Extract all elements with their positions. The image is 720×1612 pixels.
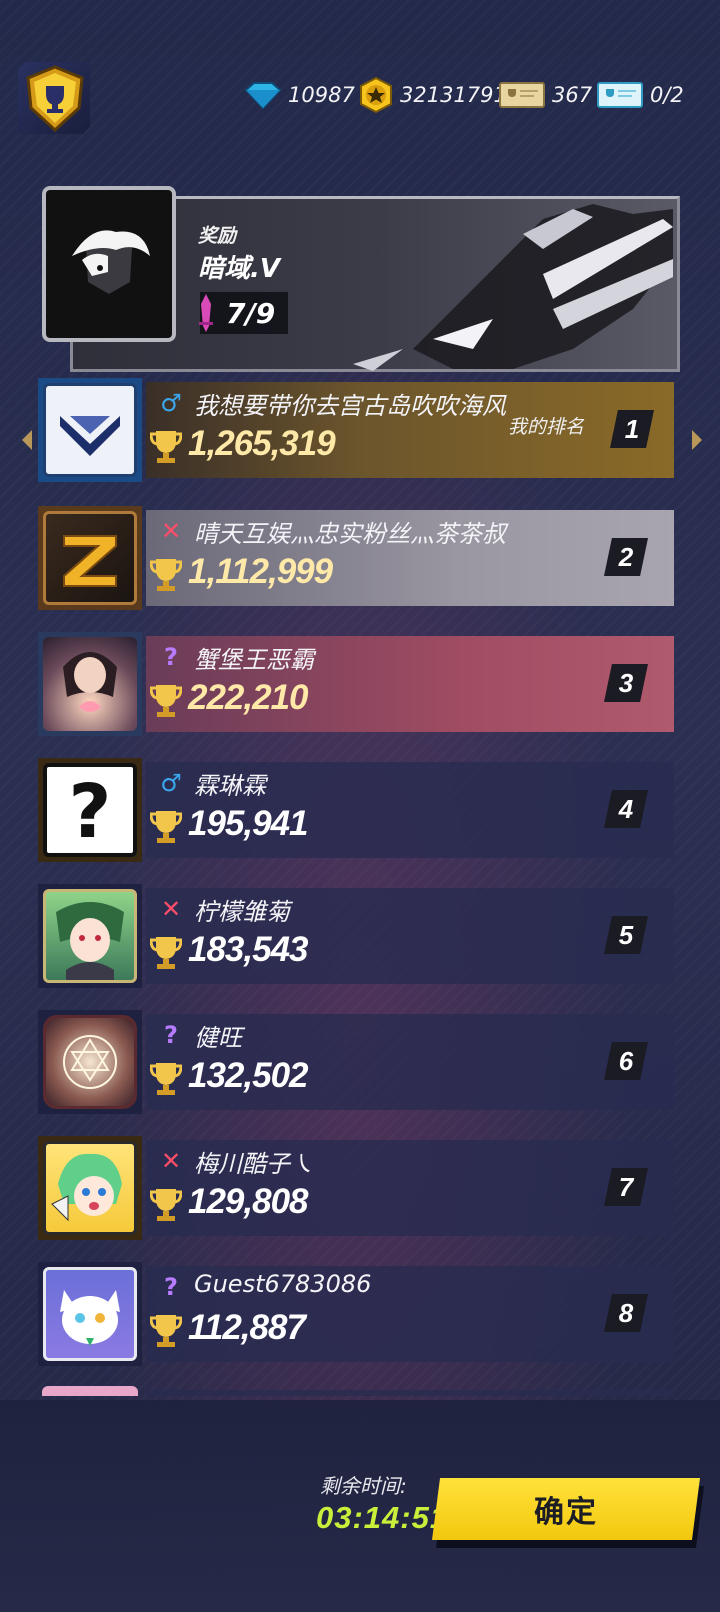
ranking-row[interactable]: ♂ 我想要带你去宫古岛吹吹海风 1,265,319 我的排名 1: [38, 378, 682, 482]
close-icon: ✕: [160, 517, 182, 545]
next-row-avatar-peek: [42, 1386, 138, 1396]
glowing-sigil-icon: [63, 1035, 117, 1089]
player-name: Guest6783086: [194, 1270, 372, 1298]
avatar[interactable]: [38, 632, 142, 736]
score: 129,808: [188, 1182, 309, 1221]
question-icon: ?: [164, 1273, 178, 1301]
trophy-icon: [150, 811, 182, 843]
reward-name: 暗域.V: [198, 254, 280, 284]
ranking-row[interactable]: ? Guest6783086 112,887 8: [38, 1262, 682, 1366]
chevron-emblem-icon: [60, 416, 120, 456]
close-icon: ✕: [160, 895, 182, 923]
currency-gold-ticket[interactable]: 367: [498, 78, 592, 112]
confirm-button[interactable]: 确定: [432, 1478, 700, 1540]
countdown-timer: 03:14:51: [316, 1500, 449, 1535]
male-icon: ♂: [160, 769, 182, 797]
score: 195,941: [188, 804, 309, 843]
male-icon: ♂: [160, 389, 182, 417]
avatar[interactable]: [38, 884, 142, 988]
reward-item-icon-frame: [42, 186, 176, 342]
currency-blue-ticket[interactable]: 0/2: [596, 78, 684, 112]
player-name: 梅川酷子㇏: [194, 1150, 314, 1178]
score: 183,543: [188, 930, 309, 969]
scroll-left-arrow-icon: [22, 430, 32, 450]
blue-ticket-count: 0/2: [650, 83, 684, 107]
ranking-row[interactable]: ? 健旺 132,502 6: [38, 1010, 682, 1114]
white-cat-icon: [60, 1290, 120, 1346]
unknown-avatar-icon: ?: [69, 769, 112, 853]
ranking-row[interactable]: ? 蟹堡王恶霸 222,210 3: [38, 632, 682, 736]
question-icon: ?: [164, 643, 178, 671]
hooded-mask-icon: [72, 230, 150, 294]
ranking-row[interactable]: ✕ 晴天互娱灬忠实粉丝灬茶茶叔 1,112,999 2: [38, 506, 682, 610]
trophy-icon: [150, 1315, 182, 1347]
currency-diamond[interactable]: 10987: [242, 78, 355, 112]
question-icon: ?: [164, 1021, 178, 1049]
reward-title: 奖励: [198, 225, 237, 247]
player-name: 健旺: [194, 1024, 242, 1052]
trophy-icon: [150, 685, 182, 717]
gold-ticket-icon: [499, 82, 545, 108]
character-portrait-icon: [56, 902, 124, 980]
sword-shard-icon: [199, 294, 213, 332]
score: 132,502: [188, 1056, 309, 1095]
score: 1,112,999: [188, 552, 333, 591]
trophy-menu-button[interactable]: [18, 62, 90, 134]
avatar[interactable]: [38, 1262, 142, 1366]
player-name: 我想要带你去宫古岛吹吹海风: [194, 392, 506, 420]
character-portrait-icon: [63, 652, 117, 712]
ranking-row[interactable]: ? ♂ 霖琳霖 195,941 4: [38, 758, 682, 862]
trophy-icon: [150, 559, 182, 591]
svg-text:?: ?: [69, 769, 112, 853]
diamond-icon: [244, 82, 282, 110]
coin-count: 32131791: [400, 83, 507, 107]
gold-ticket-count: 367: [552, 83, 593, 107]
ranking-row[interactable]: ✕ 梅川酷子㇏ 129,808 7: [38, 1136, 682, 1240]
trophy-icon: [150, 431, 182, 463]
score: 222,210: [188, 678, 309, 717]
trophy-icon: [150, 937, 182, 969]
character-portrait-icon: [51, 1153, 122, 1222]
trophy-icon: [150, 1063, 182, 1095]
ranking-row[interactable]: ✕ 柠檬雏菊 183,543 5: [38, 884, 682, 988]
avatar[interactable]: ?: [38, 758, 142, 862]
reward-progress: 7/9: [226, 296, 276, 330]
player-name: 晴天互娱灬忠实粉丝灬茶茶叔: [194, 520, 506, 548]
timer-label: 剩余时间:: [320, 1474, 407, 1498]
reward-card[interactable]: [42, 186, 680, 372]
player-name: 蟹堡王恶霸: [194, 646, 314, 674]
avatar[interactable]: [38, 1010, 142, 1114]
player-name: 柠檬雏菊: [194, 898, 290, 926]
avatar[interactable]: [38, 378, 142, 482]
close-icon: ✕: [160, 1147, 182, 1175]
my-rank-label: 我的排名: [508, 416, 585, 438]
blue-ticket-icon: [597, 82, 643, 108]
trophy-icon: [150, 1189, 182, 1221]
z-emblem-icon: [63, 535, 117, 587]
trophy-badge-icon: [26, 65, 84, 132]
score: 1,265,319: [188, 424, 336, 463]
reward-progress-box: 7/9: [199, 292, 288, 334]
avatar[interactable]: [38, 1136, 142, 1240]
score: 112,887: [188, 1308, 306, 1347]
next-row-peek: [146, 1390, 674, 1396]
star-coin-icon: [360, 77, 392, 113]
player-name: 霖琳霖: [194, 772, 266, 800]
scroll-right-arrow-icon: [692, 430, 702, 450]
avatar[interactable]: [38, 506, 142, 610]
diamond-count: 10987: [288, 83, 355, 107]
currency-coin[interactable]: 32131791: [358, 77, 507, 113]
